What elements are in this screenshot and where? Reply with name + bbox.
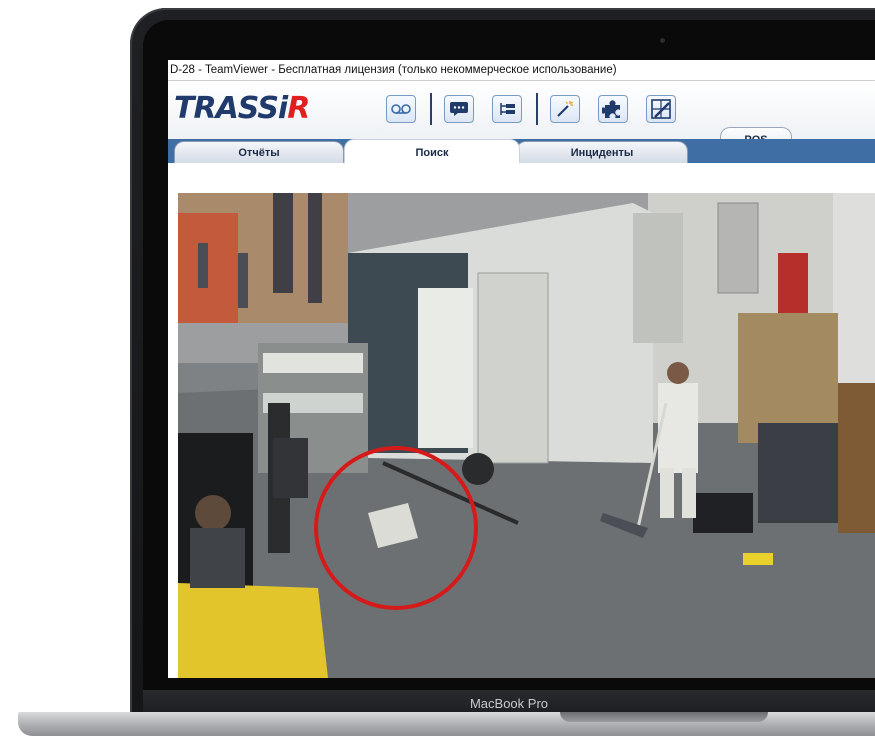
settings-grid-icon	[651, 99, 671, 119]
logo-main: TRASSi	[174, 91, 288, 126]
chat-icon	[450, 102, 468, 116]
window-titlebar: D-28 - TeamViewer - Бесплатная лицензия …	[168, 60, 875, 81]
plugins-button[interactable]	[598, 95, 628, 123]
laptop-notch	[560, 712, 768, 722]
toolbar-separator	[430, 93, 432, 125]
app-toolbar: TRASSiR POS	[168, 81, 875, 149]
window-title: D-28 - TeamViewer - Бесплатная лицензия …	[170, 64, 617, 76]
tab-reports[interactable]: Отчёты	[174, 141, 344, 163]
wizard-button[interactable]	[550, 95, 580, 123]
puzzle-icon	[602, 100, 620, 118]
trassir-logo: TRASSiR	[174, 91, 310, 126]
logo-accent: R	[287, 91, 310, 126]
archive-button[interactable]	[386, 95, 416, 123]
device-label: MacBook Pro	[469, 696, 549, 711]
camera-video-frame[interactable]	[178, 193, 875, 678]
tab-search[interactable]: Поиск	[344, 139, 520, 163]
voicemail-icon	[391, 104, 411, 114]
messages-button[interactable]	[444, 95, 474, 123]
camera-icon	[660, 38, 665, 43]
settings-button[interactable]	[646, 95, 676, 123]
hierarchy-icon	[500, 103, 515, 115]
screen: D-28 - TeamViewer - Бесплатная лицензия …	[168, 60, 875, 678]
devices-button[interactable]	[492, 95, 522, 123]
tab-strip: Отчёты Инциденты Поиск	[168, 139, 875, 163]
magic-wand-icon	[557, 101, 573, 117]
warehouse-scene	[178, 193, 875, 678]
toolbar-separator	[536, 93, 538, 125]
search-content	[168, 163, 875, 678]
tab-incidents[interactable]: Инциденты	[516, 141, 688, 163]
